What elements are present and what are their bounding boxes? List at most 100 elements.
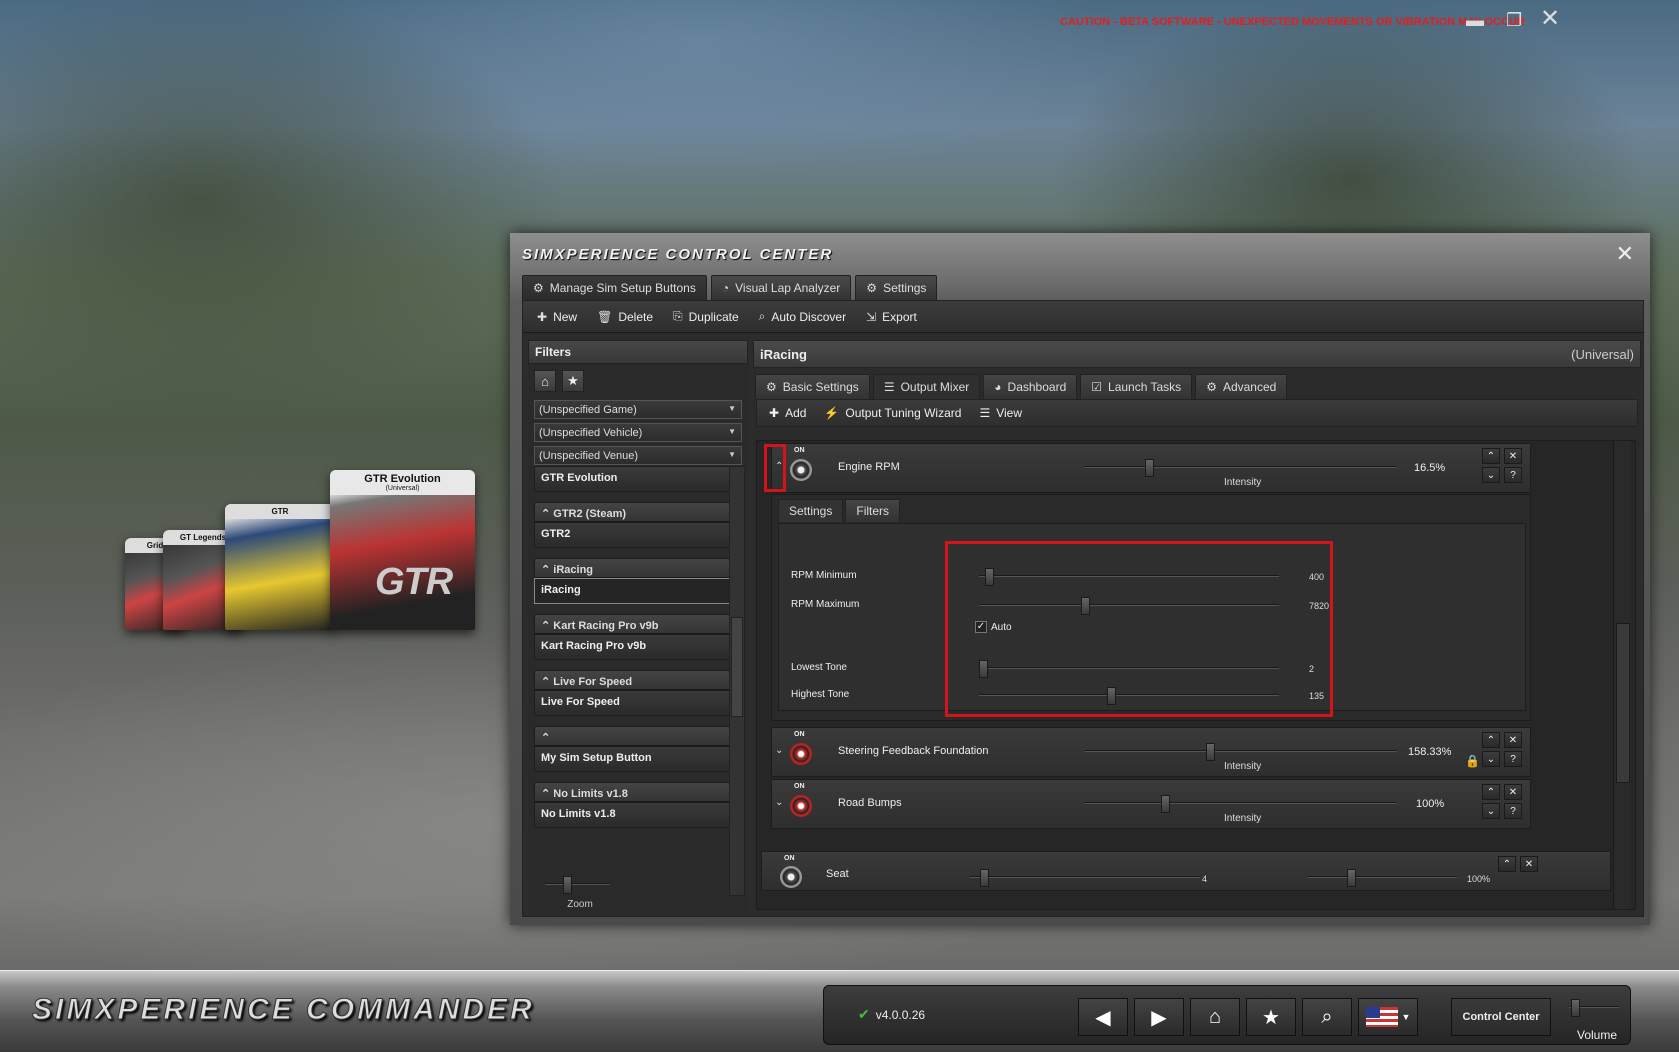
slider-handle[interactable] xyxy=(980,869,989,887)
intensity-slider[interactable] xyxy=(1085,459,1397,477)
venue-select[interactable]: (Unspecified Venue) xyxy=(534,446,742,465)
intensity-slider[interactable] xyxy=(1085,743,1397,761)
volume-slider[interactable] xyxy=(1569,999,1619,1017)
new-button[interactable]: ✚ New xyxy=(537,310,577,324)
move-down-button[interactable]: ⌄ xyxy=(1482,751,1500,767)
expand-chevron-icon[interactable]: ⌄ xyxy=(775,745,783,756)
zoom-label: Zoom xyxy=(567,899,593,910)
seat-slider[interactable] xyxy=(970,869,1200,887)
remove-button[interactable]: ✕ xyxy=(1504,732,1522,748)
cover-gtr[interactable]: GTR xyxy=(225,504,335,630)
minimize-icon[interactable]: ▬ xyxy=(1466,10,1484,31)
forward-button[interactable]: ▶ xyxy=(1134,998,1184,1036)
power-knob[interactable] xyxy=(790,795,812,817)
sim-title: iRacing xyxy=(760,346,807,362)
main-tabs: ⚙ Manage Sim Setup Buttons ◔ Visual Lap An… xyxy=(522,275,938,300)
group-header[interactable]: ⌃ xyxy=(534,726,732,746)
help-button[interactable]: ? xyxy=(1504,467,1522,483)
list-item[interactable]: GTR2 xyxy=(534,522,732,548)
home-filter-icon[interactable]: ⌂ xyxy=(534,370,556,392)
power-knob[interactable] xyxy=(780,866,802,888)
tab-row-settings[interactable]: Settings xyxy=(778,499,844,522)
group-header[interactable]: ⌃ Live For Speed xyxy=(534,670,732,690)
help-button[interactable]: ? xyxy=(1504,751,1522,767)
tab-output-mixer[interactable]: ☰ Output Mixer xyxy=(872,374,981,399)
slider-handle[interactable] xyxy=(563,876,572,894)
move-up-button[interactable]: ⌃ xyxy=(1482,732,1500,748)
move-up-button[interactable]: ⌃ xyxy=(1498,856,1516,872)
tab-dashboard[interactable]: ◕ Dashboard xyxy=(983,374,1078,399)
game-select[interactable]: (Unspecified Game) xyxy=(534,400,742,419)
mixer-scrollbar[interactable] xyxy=(1613,441,1631,909)
back-button[interactable]: ◀ xyxy=(1078,998,1128,1036)
highlight-collapse xyxy=(764,444,786,492)
duplicate-button[interactable]: ⎘ Duplicate xyxy=(673,309,739,324)
tab-visual-lap-analyzer[interactable]: ◔ Visual Lap Analyzer xyxy=(710,275,852,300)
favorites-button[interactable]: ★ xyxy=(1246,998,1296,1036)
remove-button[interactable]: ✕ xyxy=(1520,856,1538,872)
window-close-icon[interactable]: ✕ xyxy=(1616,241,1634,267)
list-item[interactable]: No Limits v1.8 xyxy=(534,802,732,828)
remove-button[interactable]: ✕ xyxy=(1504,448,1522,464)
view-button[interactable]: ☰ View xyxy=(979,406,1022,420)
seat-intensity-slider[interactable] xyxy=(1307,869,1457,887)
delete-button[interactable]: 🗑 Delete xyxy=(597,310,653,324)
lock-icon[interactable]: 🔒 xyxy=(1465,754,1480,768)
group-header[interactable]: ⌃ No Limits v1.8 xyxy=(534,782,732,802)
tab-row-filters[interactable]: Filters xyxy=(845,499,901,522)
intensity-slider[interactable] xyxy=(1085,795,1397,813)
maximize-icon[interactable]: ❐ xyxy=(1506,10,1522,31)
slider-handle[interactable] xyxy=(1161,795,1170,813)
group-header[interactable]: ⌃ GTR2 (Steam) xyxy=(534,502,732,522)
list-item[interactable]: Kart Racing Pro v9b xyxy=(534,634,732,660)
output-tuning-wizard-button[interactable]: ⚡ Output Tuning Wizard xyxy=(824,406,961,420)
remove-button[interactable]: ✕ xyxy=(1504,784,1522,800)
move-up-button[interactable]: ⌃ xyxy=(1482,784,1500,800)
wand-icon: ⚡ xyxy=(824,406,840,420)
auto-discover-button[interactable]: ⌕ Auto Discover xyxy=(759,309,846,324)
slider-handle[interactable] xyxy=(1347,869,1356,887)
slider-handle[interactable] xyxy=(1206,743,1215,761)
control-center-button[interactable]: Control Center xyxy=(1451,998,1551,1036)
tab-launch-tasks[interactable]: ☑ Launch Tasks xyxy=(1080,374,1193,399)
tab-advanced[interactable]: ⚙ Advanced xyxy=(1195,374,1288,399)
export-button[interactable]: ⇲ Export xyxy=(866,310,917,324)
group-header[interactable]: ⌃ iRacing xyxy=(534,558,732,578)
list-item[interactable]: Live For Speed xyxy=(534,690,732,716)
mixer-row-steering-feedback: ⌄ ON Steering Feedback Foundation Intens… xyxy=(771,727,1531,777)
move-up-button[interactable]: ⌃ xyxy=(1482,448,1500,464)
tab-basic-settings[interactable]: ⚙ Basic Settings xyxy=(755,374,870,399)
favorite-filter-icon[interactable]: ★ xyxy=(562,370,584,392)
sim-list-scrollbar[interactable] xyxy=(729,466,745,896)
add-output-button[interactable]: ✚ Add xyxy=(769,406,806,420)
language-button[interactable]: ▼ xyxy=(1358,998,1418,1036)
volume-control: Volume xyxy=(1569,999,1624,1042)
slider-handle[interactable] xyxy=(1571,999,1580,1017)
slider-handle[interactable] xyxy=(1145,459,1154,477)
list-item[interactable]: My Sim Setup Button xyxy=(534,746,732,772)
power-knob[interactable] xyxy=(790,743,812,765)
close-icon[interactable]: ✕ xyxy=(1540,4,1560,33)
tab-settings[interactable]: ⚙ Settings xyxy=(855,275,938,300)
expand-chevron-icon[interactable]: ⌄ xyxy=(775,797,783,808)
highlight-params xyxy=(945,541,1333,717)
list-item-selected[interactable]: iRacing xyxy=(534,578,732,604)
help-button[interactable]: ? xyxy=(1504,803,1522,819)
cover-gtr-evolution[interactable]: GTR Evolution (Universal) GTR xyxy=(330,470,475,630)
trash-icon: 🗑 xyxy=(597,309,613,324)
game-cover-carousel[interactable]: Grid GT Legends GTR GTR Evolution (Univer… xyxy=(125,440,510,630)
mixer-row-seat: ON Seat 4 100% ⌃ ✕ xyxy=(761,851,1611,891)
arrow-left-icon: ◀ xyxy=(1095,1006,1111,1029)
zoom-slider[interactable] xyxy=(545,876,610,894)
search-button[interactable]: ⌕ xyxy=(1302,998,1352,1036)
home-button[interactable]: ⌂ xyxy=(1190,998,1240,1036)
power-knob[interactable] xyxy=(790,459,812,481)
gear-icon: ⚙ xyxy=(766,380,777,394)
list-item[interactable]: GTR Evolution xyxy=(534,466,732,492)
move-down-button[interactable]: ⌄ xyxy=(1482,467,1500,483)
move-down-button[interactable]: ⌄ xyxy=(1482,803,1500,819)
tab-manage-sim-setup-buttons[interactable]: ⚙ Manage Sim Setup Buttons xyxy=(522,275,707,300)
group-header[interactable]: ⌃ Kart Racing Pro v9b xyxy=(534,614,732,634)
search-icon: ⌕ xyxy=(1321,1005,1333,1028)
vehicle-select[interactable]: (Unspecified Vehicle) xyxy=(534,423,742,442)
